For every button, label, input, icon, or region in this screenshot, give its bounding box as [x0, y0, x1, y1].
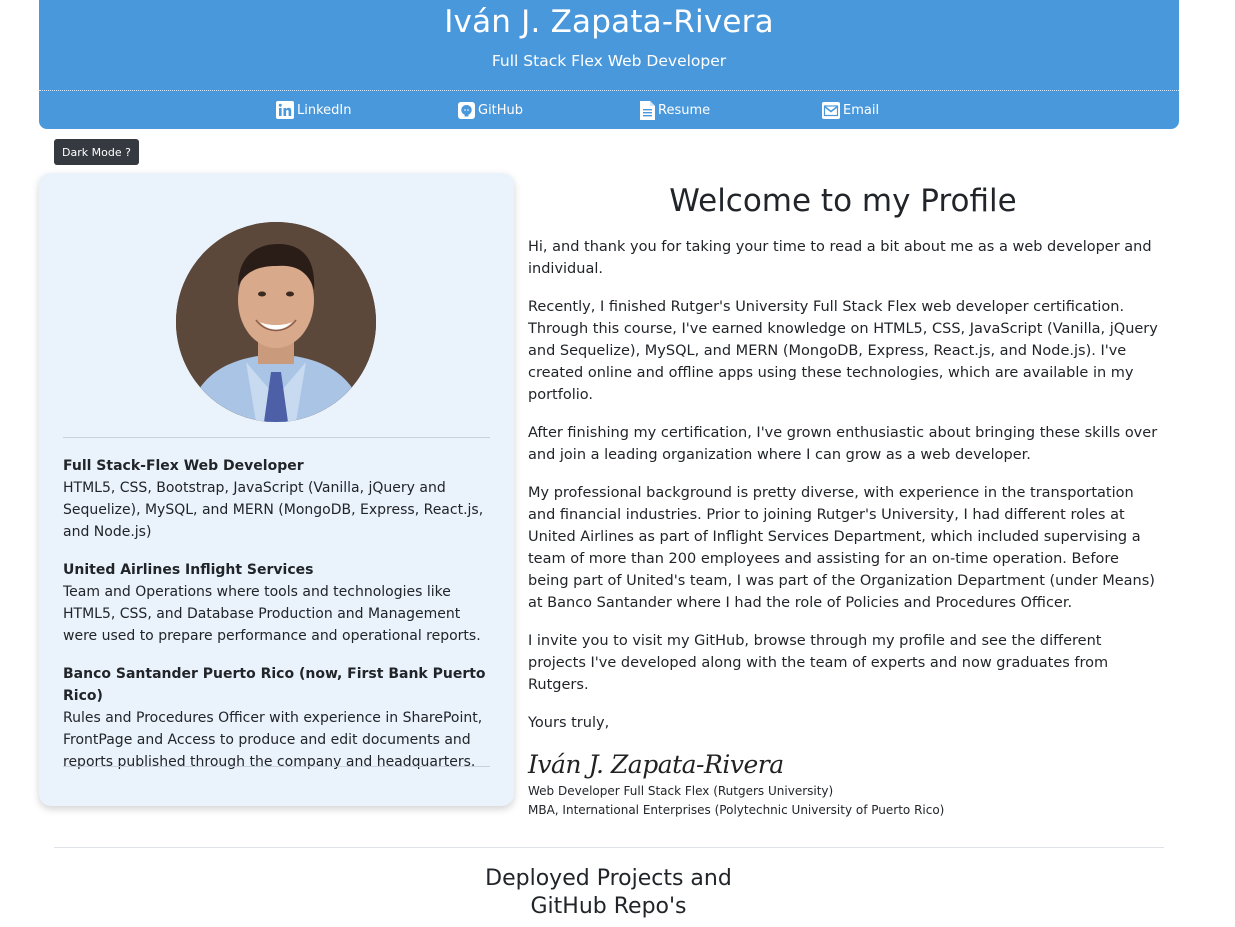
- signature: Iván J. Zapata-Rivera: [528, 750, 784, 779]
- experience-text: Rules and Procedures Officer with experi…: [63, 710, 483, 770]
- experience-item: Full Stack-Flex Web Developer HTML5, CSS…: [63, 455, 495, 543]
- projects-title-line: GitHub Repo's: [530, 894, 687, 919]
- card-divider-top: [63, 437, 490, 438]
- invitation-paragraph: I invite you to visit my GitHub, browse …: [528, 633, 1109, 693]
- profile-card: Full Stack-Flex Web Developer HTML5, CSS…: [39, 173, 514, 806]
- intro-paragraph: Hi, and thank you for taking your time t…: [528, 239, 1152, 277]
- projects-section-title: Deployed Projects and GitHub Repo's: [0, 865, 1217, 921]
- nav-link-email[interactable]: Email: [822, 99, 879, 121]
- document-icon: [640, 100, 655, 120]
- projects-title-line: Deployed Projects and: [485, 866, 732, 891]
- nav-label-linkedin: LinkedIn: [297, 102, 352, 118]
- avatar: [176, 222, 376, 422]
- closing-text: Yours truly,: [528, 715, 610, 731]
- experience-item: Banco Santander Puerto Rico (now, First …: [63, 663, 495, 773]
- site-subtitle: Full Stack Flex Web Developer: [491, 52, 727, 70]
- profile-content: Welcome to my Profile Hi, and thank you …: [528, 178, 1158, 820]
- page-title: Welcome to my Profile: [669, 183, 1017, 219]
- nav-link-linkedin[interactable]: LinkedIn: [276, 99, 351, 121]
- certification-paragraph: Recently, I finished Rutger's University…: [528, 299, 1158, 403]
- header-divider: [39, 90, 1179, 91]
- linkedin-icon: [276, 101, 294, 119]
- experience-text: Team and Operations where tools and tech…: [63, 584, 481, 644]
- dark-mode-button[interactable]: Dark Mode ?: [54, 139, 139, 165]
- credential-line: MBA, International Enterprises (Polytech…: [528, 803, 945, 817]
- experience-title: United Airlines Inflight Services: [63, 562, 314, 578]
- nav-label-github: GitHub: [478, 102, 524, 118]
- nav-link-resume[interactable]: Resume: [640, 99, 710, 121]
- card-divider-bottom: [63, 766, 490, 767]
- nav-link-github[interactable]: GitHub: [458, 99, 523, 121]
- github-icon: [458, 101, 475, 119]
- site-title: Iván J. Zapata-Rivera: [444, 4, 774, 40]
- experience-item: United Airlines Inflight Services Team a…: [63, 559, 495, 647]
- nav-label-email: Email: [843, 102, 880, 118]
- goals-paragraph: After finishing my certification, I've g…: [528, 425, 1158, 463]
- credential-line: Web Developer Full Stack Flex (Rutgers U…: [528, 784, 834, 798]
- experience-text: HTML5, CSS, Bootstrap, JavaScript (Vanil…: [63, 480, 484, 540]
- nav-label-resume: Resume: [658, 102, 711, 118]
- profile-photo: [176, 222, 376, 422]
- section-divider: [54, 847, 1164, 848]
- site-header: Iván J. Zapata-Rivera Full Stack Flex We…: [39, 0, 1179, 129]
- envelope-icon: [822, 101, 840, 119]
- experience-title: Full Stack-Flex Web Developer: [63, 458, 304, 474]
- experience-title: Banco Santander Puerto Rico (now, First …: [63, 666, 486, 704]
- background-paragraph: My professional background is pretty div…: [528, 485, 1155, 611]
